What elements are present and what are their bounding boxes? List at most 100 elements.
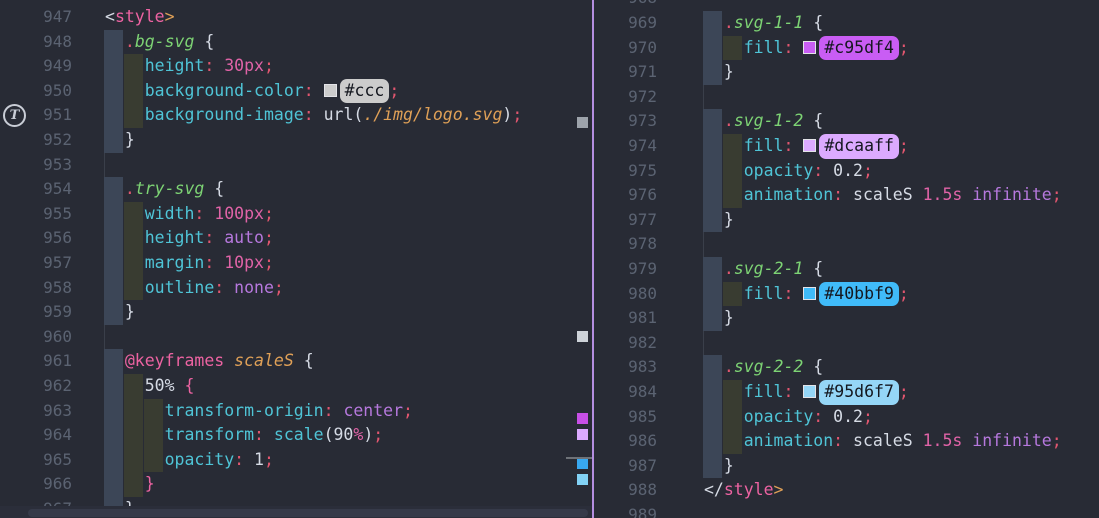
code-line[interactable]: 963 transform-origin: center; [0, 399, 592, 424]
color-value-pill[interactable]: #dcaaff [819, 134, 899, 159]
line-number[interactable]: 987 [594, 454, 657, 479]
line-number[interactable]: 989 [594, 503, 657, 518]
code-line[interactable]: 979 .svg-2-1 { [594, 257, 1099, 282]
line-number[interactable]: 980 [594, 282, 657, 307]
code-line[interactable]: 983 .svg-2-2 { [594, 355, 1099, 380]
code-line[interactable]: 951 background-image: url(./img/logo.svg… [0, 103, 592, 128]
line-number[interactable]: 948 [0, 30, 72, 55]
code-text: .svg-2-2 { [704, 355, 823, 380]
code-line[interactable]: 964 transform: scale(90%); [0, 423, 592, 448]
color-value-pill[interactable]: #95d6f7 [819, 380, 899, 405]
code-line[interactable]: 970 fill: #c95df4; [594, 36, 1099, 61]
line-number[interactable]: 964 [0, 423, 72, 448]
color-value-pill[interactable]: #40bbf9 [819, 282, 899, 307]
editor-pane-left[interactable]: 947<style>948 .bg-svg {949 height: 30px;… [0, 0, 592, 518]
code-line[interactable]: 971 } [594, 60, 1099, 85]
code-line[interactable]: 955 width: 100px; [0, 202, 592, 227]
code-line[interactable]: 973 .svg-1-2 { [594, 109, 1099, 134]
code-line[interactable]: 949 height: 30px; [0, 54, 592, 79]
line-number[interactable]: 977 [594, 208, 657, 233]
scrollbar-thumb[interactable] [28, 509, 588, 517]
code-text: .svg-1-2 { [704, 109, 823, 134]
code-line[interactable]: 952 } [0, 128, 592, 153]
color-swatch[interactable] [803, 139, 816, 152]
code-line[interactable]: 975 opacity: 0.2; [594, 159, 1099, 184]
code-line[interactable]: 956 height: auto; [0, 226, 592, 251]
line-number[interactable]: 954 [0, 177, 72, 202]
code-line[interactable]: 972 [594, 85, 1099, 110]
horizontal-scrollbar[interactable] [0, 506, 592, 518]
line-number[interactable]: 984 [594, 380, 657, 405]
line-number[interactable]: 971 [594, 60, 657, 85]
code-line[interactable]: 984 fill: #95d6f7; [594, 380, 1099, 405]
line-number[interactable]: 979 [594, 257, 657, 282]
line-number[interactable]: 981 [594, 306, 657, 331]
code-line[interactable]: 947<style> [0, 5, 592, 30]
color-swatch[interactable] [803, 41, 816, 54]
code-text: animation: scaleS 1.5s infinite; [704, 183, 1062, 208]
code-line[interactable]: 948 .bg-svg { [0, 30, 592, 55]
line-number[interactable]: 982 [594, 331, 657, 356]
line-number[interactable]: 956 [0, 226, 72, 251]
line-number[interactable]: 959 [0, 300, 72, 325]
line-number[interactable]: 983 [594, 355, 657, 380]
code-line[interactable]: 965 opacity: 1; [0, 448, 592, 473]
line-number[interactable]: 957 [0, 251, 72, 276]
color-value-pill[interactable]: #c95df4 [819, 36, 899, 61]
line-number[interactable]: 970 [594, 36, 657, 61]
code-line[interactable]: 969 .svg-1-1 { [594, 11, 1099, 36]
line-number[interactable]: 974 [594, 134, 657, 159]
line-number[interactable]: 985 [594, 405, 657, 430]
line-number[interactable]: 965 [0, 448, 72, 473]
line-number[interactable]: 963 [0, 399, 72, 424]
color-swatch[interactable] [324, 84, 337, 97]
line-number[interactable]: 961 [0, 349, 72, 374]
editor-pane-right[interactable]: 968969 .svg-1-1 {970 fill: #c95df4;971 }… [594, 0, 1099, 518]
line-number[interactable]: 978 [594, 232, 657, 257]
code-line[interactable]: 978 [594, 232, 1099, 257]
code-line[interactable]: 966 } [0, 472, 592, 497]
code-line[interactable]: 961 @keyframes scaleS { [0, 349, 592, 374]
code-line[interactable]: 989 [594, 503, 1099, 518]
line-number[interactable]: 986 [594, 429, 657, 454]
code-line[interactable]: 982 [594, 331, 1099, 356]
code-line[interactable]: 987 } [594, 454, 1099, 479]
code-line[interactable]: 986 animation: scaleS 1.5s infinite; [594, 429, 1099, 454]
line-number[interactable]: 966 [0, 472, 72, 497]
code-line[interactable]: 985 opacity: 0.2; [594, 405, 1099, 430]
code-line[interactable]: 962 50% { [0, 374, 592, 399]
code-line[interactable]: 954 .try-svg { [0, 177, 592, 202]
code-line[interactable]: 959 } [0, 300, 592, 325]
line-number[interactable]: 968 [594, 0, 657, 11]
line-number[interactable]: 960 [0, 325, 72, 350]
line-number[interactable]: 955 [0, 202, 72, 227]
code-line[interactable]: 981 } [594, 306, 1099, 331]
line-number[interactable]: 975 [594, 159, 657, 184]
code-line[interactable]: 957 margin: 10px; [0, 251, 592, 276]
line-number[interactable]: 947 [0, 5, 72, 30]
line-number[interactable]: 973 [594, 109, 657, 134]
line-number[interactable]: 953 [0, 153, 72, 178]
color-value-pill[interactable]: #ccc [340, 79, 390, 104]
code-line[interactable]: 953 [0, 153, 592, 178]
code-line[interactable]: 960 [0, 325, 592, 350]
line-number[interactable]: 962 [0, 374, 72, 399]
code-line[interactable]: 988</style> [594, 478, 1099, 503]
code-line[interactable]: 968 [594, 0, 1099, 11]
line-number[interactable]: 958 [0, 276, 72, 301]
line-number[interactable]: 949 [0, 54, 72, 79]
code-line[interactable]: 977 } [594, 208, 1099, 233]
line-number[interactable]: 972 [594, 85, 657, 110]
code-line[interactable]: 980 fill: #40bbf9; [594, 282, 1099, 307]
line-number[interactable]: 950 [0, 79, 72, 104]
code-line[interactable]: 976 animation: scaleS 1.5s infinite; [594, 183, 1099, 208]
color-swatch[interactable] [803, 287, 816, 300]
line-number[interactable]: 988 [594, 478, 657, 503]
line-number[interactable]: 952 [0, 128, 72, 153]
code-line[interactable]: 958 outline: none; [0, 276, 592, 301]
code-line[interactable]: 974 fill: #dcaaff; [594, 134, 1099, 159]
line-number[interactable]: 976 [594, 183, 657, 208]
color-swatch[interactable] [803, 385, 816, 398]
code-line[interactable]: 950 background-color: #ccc; [0, 79, 592, 104]
line-number[interactable]: 969 [594, 11, 657, 36]
